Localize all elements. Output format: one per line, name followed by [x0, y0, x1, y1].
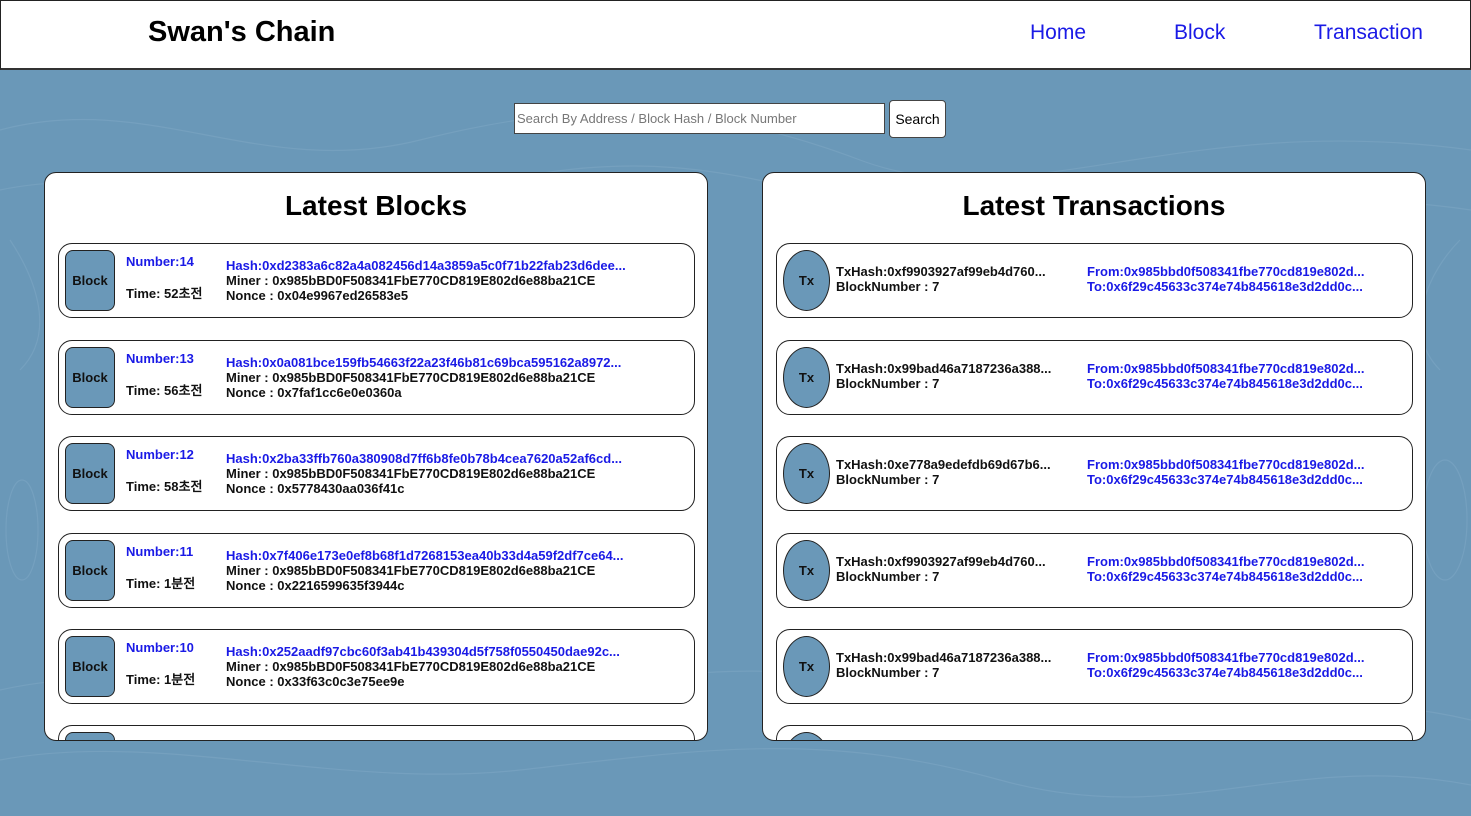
tx-block-number: BlockNumber : 7	[836, 376, 940, 391]
brand-logo-text[interactable]: Swan's Chain	[148, 16, 335, 49]
block-number-link[interactable]: Number:14	[126, 254, 194, 269]
nav-link-home[interactable]: Home	[1030, 21, 1086, 45]
transaction-card[interactable]: Tx TxHash:0x99bad46a7187236a388... Block…	[776, 629, 1413, 704]
tx-badge: Tx	[783, 250, 830, 311]
block-badge: Block	[65, 540, 115, 601]
transaction-card[interactable]: Tx TxHash:0xf9903927af99eb4d760... Block…	[776, 243, 1413, 318]
block-hash-link[interactable]: Hash:0xd2383a6c82a4a082456d14a3859a5c0f7…	[226, 258, 681, 273]
block-miner: Miner : 0x985bBD0F508341FbE770CD819E802d…	[226, 370, 596, 385]
transaction-card[interactable]: Tx TxHash:0x99bad46a7187236a388... Block…	[776, 340, 1413, 415]
block-badge: Block	[65, 347, 115, 408]
block-hash-link[interactable]: Hash:0x2ba33ffb760a380908d7ff6b8fe0b78b4…	[226, 451, 681, 466]
block-card[interactable]: Block Number:12 Time: 58초전 Hash:0x2ba33f…	[58, 436, 695, 511]
tx-from-link[interactable]: From:0x985bbd0f508341fbe770cd819e802d...	[1087, 457, 1395, 472]
block-miner: Miner : 0x985bBD0F508341FbE770CD819E802d…	[226, 659, 596, 674]
block-miner: Miner : 0x985bBD0F508341FbE770CD819E802d…	[226, 273, 596, 288]
tx-to-link[interactable]: To:0x6f29c45633c374e74b845618e3d2dd0c...	[1087, 376, 1395, 391]
tx-block-number: BlockNumber : 7	[836, 665, 940, 680]
tx-badge: Tx	[783, 636, 830, 697]
tx-badge: Tx	[783, 443, 830, 504]
block-card-partial[interactable]	[58, 725, 695, 740]
block-number-link[interactable]: Number:13	[126, 351, 194, 366]
block-badge	[65, 732, 115, 740]
transaction-card[interactable]: Tx TxHash:0xf9903927af99eb4d760... Block…	[776, 533, 1413, 608]
tx-to-link[interactable]: To:0x6f29c45633c374e74b845618e3d2dd0c...	[1087, 569, 1395, 584]
tx-from-link[interactable]: From:0x985bbd0f508341fbe770cd819e802d...	[1087, 361, 1395, 376]
tx-block-number: BlockNumber : 7	[836, 472, 940, 487]
latest-transactions-panel: Latest Transactions Tx TxHash:0xf9903927…	[762, 172, 1426, 741]
transaction-card-partial[interactable]	[776, 725, 1413, 740]
search-button[interactable]: Search	[889, 100, 946, 138]
block-card[interactable]: Block Number:10 Time: 1분전 Hash:0x252aadf…	[58, 629, 695, 704]
block-nonce: Nonce : 0x5778430aa036f41c	[226, 481, 405, 496]
block-number-link[interactable]: Number:12	[126, 447, 194, 462]
block-time: Time: 52초전	[126, 286, 203, 301]
tx-to-link[interactable]: To:0x6f29c45633c374e74b845618e3d2dd0c...	[1087, 665, 1395, 680]
tx-hash[interactable]: TxHash:0xf9903927af99eb4d760...	[836, 264, 1076, 279]
block-time: Time: 56초전	[126, 383, 203, 398]
tx-badge: Tx	[783, 347, 830, 408]
tx-hash[interactable]: TxHash:0x99bad46a7187236a388...	[836, 361, 1076, 376]
block-hash-link[interactable]: Hash:0x0a081bce159fb54663f22a23f46b81c69…	[226, 355, 681, 370]
block-badge: Block	[65, 443, 115, 504]
block-number-link[interactable]: Number:10	[126, 640, 194, 655]
latest-blocks-title: Latest Blocks	[284, 190, 468, 221]
block-badge: Block	[65, 636, 115, 697]
block-miner: Miner : 0x985bBD0F508341FbE770CD819E802d…	[226, 466, 596, 481]
block-badge: Block	[65, 250, 115, 311]
tx-block-number: BlockNumber : 7	[836, 279, 940, 294]
tx-from-link[interactable]: From:0x985bbd0f508341fbe770cd819e802d...	[1087, 650, 1395, 665]
nav-link-block[interactable]: Block	[1174, 21, 1225, 45]
block-time: Time: 58초전	[126, 479, 203, 494]
block-time: Time: 1분전	[126, 576, 196, 591]
tx-from-link[interactable]: From:0x985bbd0f508341fbe770cd819e802d...	[1087, 264, 1395, 279]
top-navbar: Swan's Chain Home Block Transaction	[0, 0, 1471, 70]
block-nonce: Nonce : 0x33f63c0c3e75ee9e	[226, 674, 405, 689]
tx-hash[interactable]: TxHash:0xe778a9edefdb69d67b6...	[836, 457, 1076, 472]
search-input[interactable]	[514, 103, 885, 134]
block-nonce: Nonce : 0x2216599635f3944c	[226, 578, 405, 593]
block-nonce: Nonce : 0x7faf1cc6e0e0360a	[226, 385, 402, 400]
block-nonce: Nonce : 0x04e9967ed26583e5	[226, 288, 409, 303]
block-card[interactable]: Block Number:14 Time: 52초전 Hash:0xd2383a…	[58, 243, 695, 318]
block-number-link[interactable]: Number:11	[126, 544, 193, 559]
tx-to-link[interactable]: To:0x6f29c45633c374e74b845618e3d2dd0c...	[1087, 279, 1395, 294]
tx-hash[interactable]: TxHash:0xf9903927af99eb4d760...	[836, 554, 1076, 569]
tx-block-number: BlockNumber : 7	[836, 569, 940, 584]
block-card[interactable]: Block Number:11 Time: 1분전 Hash:0x7f406e1…	[58, 533, 695, 608]
tx-badge	[783, 732, 830, 740]
latest-blocks-panel: Latest Blocks Block Number:14 Time: 52초전…	[44, 172, 708, 741]
latest-transactions-title: Latest Transactions	[962, 190, 1226, 221]
block-time: Time: 1분전	[126, 672, 196, 687]
tx-hash[interactable]: TxHash:0x99bad46a7187236a388...	[836, 650, 1076, 665]
block-hash-link[interactable]: Hash:0x252aadf97cbc60f3ab41b439304d5f758…	[226, 644, 681, 659]
transaction-card[interactable]: Tx TxHash:0xe778a9edefdb69d67b6... Block…	[776, 436, 1413, 511]
nav-link-transaction[interactable]: Transaction	[1314, 21, 1423, 45]
tx-badge: Tx	[783, 540, 830, 601]
block-hash-link[interactable]: Hash:0x7f406e173e0ef8b68f1d7268153ea40b3…	[226, 548, 681, 563]
tx-to-link[interactable]: To:0x6f29c45633c374e74b845618e3d2dd0c...	[1087, 472, 1395, 487]
block-card[interactable]: Block Number:13 Time: 56초전 Hash:0x0a081b…	[58, 340, 695, 415]
tx-from-link[interactable]: From:0x985bbd0f508341fbe770cd819e802d...	[1087, 554, 1395, 569]
block-miner: Miner : 0x985bBD0F508341FbE770CD819E802d…	[226, 563, 596, 578]
